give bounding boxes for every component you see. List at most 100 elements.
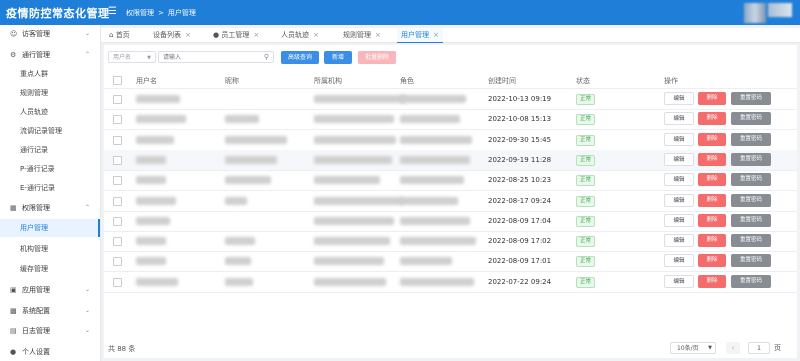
reset-password-button[interactable]: 重置密码 [731, 254, 771, 268]
column-header[interactable]: 所属机构 [314, 76, 342, 86]
sidebar-item-logs[interactable]: ▤ 日志管理 ⌄ [0, 322, 100, 340]
edit-button[interactable]: 编辑 [664, 173, 694, 187]
sidebar-item-apps[interactable]: ▣ 应用管理 ⌄ [0, 281, 100, 299]
edit-button[interactable]: 编辑 [664, 152, 694, 166]
row-checkbox[interactable] [113, 196, 122, 206]
edit-button[interactable]: 编辑 [664, 254, 694, 268]
reset-password-button[interactable]: 重置密码 [731, 193, 771, 207]
search-input[interactable] [163, 52, 253, 62]
table-row[interactable]: 2022-08-25 10:23 正常 编辑 删除 重置密码 [104, 170, 797, 192]
edit-button[interactable]: 编辑 [664, 234, 694, 248]
delete-button[interactable]: 删除 [698, 274, 726, 288]
close-icon[interactable]: × [433, 31, 439, 39]
edit-button[interactable]: 编辑 [664, 213, 694, 227]
row-checkbox[interactable] [113, 277, 122, 287]
sidebar-item-trajectory[interactable]: 人员轨迹 [0, 103, 100, 121]
row-checkbox[interactable] [113, 95, 122, 104]
add-button[interactable]: 新增 [324, 51, 352, 64]
close-icon[interactable]: × [313, 31, 319, 39]
table-row[interactable]: 2022-07-22 09:24 正常 编辑 删除 重置密码 [104, 272, 797, 293]
batch-delete-button[interactable]: 批量删除 [358, 51, 396, 64]
reset-password-button[interactable]: 重置密码 [731, 112, 771, 126]
reset-password-button[interactable]: 重置密码 [731, 274, 771, 288]
table-row[interactable]: 2022-08-09 17:02 正常 编辑 删除 重置密码 [104, 231, 797, 253]
sidebar-item-visitor[interactable]: ☺ 访客管理 ⌄ [0, 25, 100, 43]
sidebar-item-orgs[interactable]: 机构管理 [0, 240, 100, 258]
row-checkbox[interactable] [113, 115, 122, 125]
sidebar-item-tracing-records[interactable]: 流调记录管理 [0, 122, 100, 140]
table-row[interactable]: 2022-10-08 15:13 正常 编辑 删除 重置密码 [104, 109, 797, 131]
sidebar-item-p-pass-records[interactable]: P-通行记录 [0, 160, 100, 178]
row-checkbox[interactable] [113, 155, 122, 165]
delete-button[interactable]: 删除 [698, 92, 726, 105]
delete-button[interactable]: 删除 [698, 112, 726, 126]
delete-button[interactable]: 删除 [698, 213, 726, 227]
table-row[interactable]: 2022-10-13 09:19 正常 编辑 删除 重置密码 [104, 89, 797, 110]
page-size-select[interactable]: 10条/页 ▼ [670, 342, 716, 354]
table-row[interactable]: 2022-08-09 17:04 正常 编辑 删除 重置密码 [104, 211, 797, 232]
page-number-input[interactable]: 1 [748, 342, 770, 354]
column-header[interactable]: 状态 [576, 76, 590, 86]
select-all-checkbox[interactable] [113, 76, 122, 85]
table-row[interactable]: 2022-09-30 15:45 正常 编辑 删除 重置密码 [104, 130, 797, 151]
reset-password-button[interactable]: 重置密码 [731, 152, 771, 166]
row-checkbox[interactable] [113, 176, 122, 186]
table-row[interactable]: 2022-08-17 09:24 正常 编辑 删除 重置密码 [104, 191, 797, 212]
column-header[interactable]: 昵称 [225, 76, 239, 86]
tab-device-list[interactable]: 设备列表 × [149, 28, 195, 42]
tab-rules[interactable]: 规则管理 × [339, 28, 385, 42]
prev-page-button[interactable]: ‹ [726, 342, 740, 354]
tab-trajectory[interactable]: 人员轨迹 × [277, 28, 323, 42]
sidebar-item-users[interactable]: 用户管理 [0, 219, 100, 237]
sidebar-item-personal[interactable]: ● 个人设置 [0, 343, 100, 361]
sidebar-item-pass-records[interactable]: 通行记录 [0, 141, 100, 159]
breadcrumb-item[interactable]: 权限管理 [126, 9, 154, 17]
reset-password-button[interactable]: 重置密码 [731, 132, 771, 146]
user-info[interactable] [768, 3, 792, 17]
reset-password-button[interactable]: 重置密码 [731, 213, 771, 227]
edit-button[interactable]: 编辑 [664, 274, 694, 288]
column-header[interactable]: 操作 [664, 76, 678, 86]
tab-home[interactable]: ⌂ 首页 [105, 28, 134, 42]
row-checkbox[interactable] [113, 135, 122, 145]
edit-button[interactable]: 编辑 [664, 112, 694, 126]
delete-button[interactable]: 删除 [698, 132, 726, 146]
search-field[interactable]: ⚲ [158, 51, 274, 63]
delete-button[interactable]: 删除 [698, 254, 726, 268]
sidebar-item-rules[interactable]: 规则管理 [0, 84, 100, 102]
sidebar-item-permissions[interactable]: ▦ 权限管理 ⌃ [0, 199, 100, 217]
advanced-search-button[interactable]: 高级查询 [281, 51, 319, 64]
reset-password-button[interactable]: 重置密码 [731, 173, 771, 187]
table-row[interactable]: 2022-08-09 17:01 正常 编辑 删除 重置密码 [104, 251, 797, 273]
reset-password-button[interactable]: 重置密码 [731, 234, 771, 248]
close-icon[interactable]: × [185, 31, 191, 39]
sidebar-item-e-pass-records[interactable]: E-通行记录 [0, 179, 100, 197]
tab-users[interactable]: 用户管理 × [397, 28, 443, 43]
column-header[interactable]: 角色 [400, 76, 414, 86]
search-icon[interactable]: ⚲ [264, 52, 269, 62]
avatar[interactable] [744, 3, 766, 23]
delete-button[interactable]: 删除 [698, 152, 726, 166]
sidebar-item-access[interactable]: ⚙ 通行管理 ⌃ [0, 46, 100, 64]
close-icon[interactable]: × [253, 31, 259, 39]
column-header[interactable]: 创建时间 [488, 76, 516, 86]
reset-password-button[interactable]: 重置密码 [731, 92, 771, 105]
delete-button[interactable]: 删除 [698, 193, 726, 207]
row-checkbox[interactable] [113, 237, 122, 247]
sidebar-item-cache[interactable]: 缓存管理 [0, 260, 100, 278]
edit-button[interactable]: 编辑 [664, 193, 694, 207]
table-row[interactable]: 2022-09-19 11:28 正常 编辑 删除 重置密码 [104, 149, 797, 171]
tab-employees[interactable]: ● 员工管理 × [209, 28, 263, 42]
close-icon[interactable]: × [375, 31, 381, 39]
row-checkbox[interactable] [113, 257, 122, 267]
filter-field-select[interactable]: 用户名 ▼ [108, 51, 156, 63]
edit-button[interactable]: 编辑 [664, 132, 694, 146]
delete-button[interactable]: 删除 [698, 234, 726, 248]
sidebar-item-key-groups[interactable]: 重点人群 [0, 65, 100, 83]
menu-toggle-icon[interactable]: ☰ [108, 6, 117, 17]
row-checkbox[interactable] [113, 216, 122, 226]
delete-button[interactable]: 删除 [698, 173, 726, 187]
edit-button[interactable]: 编辑 [664, 92, 694, 105]
column-header[interactable]: 用户名 [136, 76, 157, 86]
sidebar-item-system[interactable]: ▩ 系统配置 ⌄ [0, 302, 100, 320]
